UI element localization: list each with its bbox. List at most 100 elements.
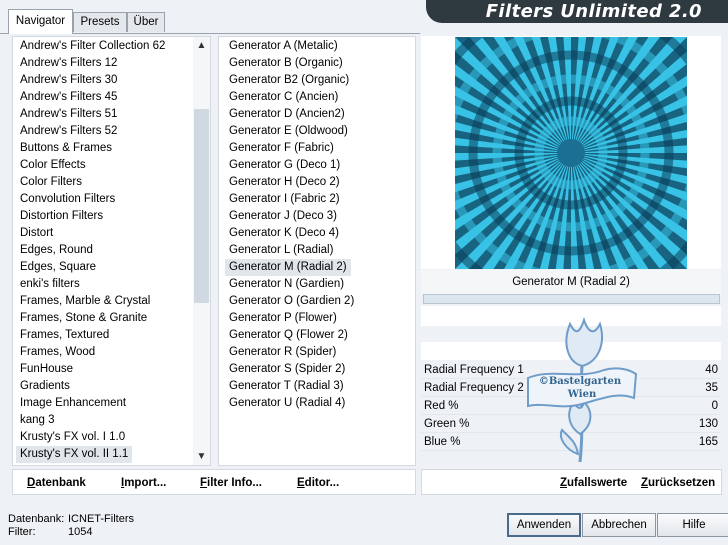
filter-item[interactable]: Generator N (Gardien) bbox=[225, 276, 354, 293]
category-item[interactable]: Frames, Wood bbox=[16, 344, 196, 361]
tab-about[interactable]: Über bbox=[127, 12, 165, 32]
category-item[interactable]: Andrew's Filters 52 bbox=[16, 123, 196, 140]
tab-presets[interactable]: Presets bbox=[73, 12, 127, 32]
filter-item-row: Generator J (Deco 3) bbox=[225, 208, 354, 225]
filter-item[interactable]: Generator R (Spider) bbox=[225, 344, 354, 361]
filter-item[interactable]: Generator G (Deco 1) bbox=[225, 157, 354, 174]
status-filter: Filter: 1054 bbox=[8, 526, 92, 539]
filter-item[interactable]: Generator M (Radial 2) bbox=[225, 259, 351, 276]
param-value[interactable]: 0 bbox=[712, 397, 718, 415]
help-button[interactable]: Hilfe bbox=[657, 513, 728, 537]
filter-item-row: Generator Q (Flower 2) bbox=[225, 327, 354, 344]
category-item-row: Krusty's FX vol. II 1.1 bbox=[16, 446, 196, 463]
category-item[interactable]: Andrew's Filters 51 bbox=[16, 106, 196, 123]
category-item[interactable]: Edges, Round bbox=[16, 242, 196, 259]
filter-item[interactable]: Generator P (Flower) bbox=[225, 310, 354, 327]
filter-item-row: Generator G (Deco 1) bbox=[225, 157, 354, 174]
param-label: Blue % bbox=[424, 436, 461, 448]
filter-item[interactable]: Generator B (Organic) bbox=[225, 55, 354, 72]
param-label: Green % bbox=[424, 418, 470, 430]
filter-item-row: Generator I (Fabric 2) bbox=[225, 191, 354, 208]
filter-item[interactable]: Generator T (Radial 3) bbox=[225, 378, 354, 395]
filter-item-row: Generator L (Radial) bbox=[225, 242, 354, 259]
category-list: Andrew's Filter Collection 62 Andrew's Fi… bbox=[12, 36, 211, 466]
filter-item[interactable]: Generator E (Oldwood) bbox=[225, 123, 354, 140]
category-item[interactable]: Distort bbox=[16, 225, 196, 242]
random-button-label: ufallswerte bbox=[567, 477, 628, 489]
category-item-row: Frames, Stone & Granite bbox=[16, 310, 196, 327]
import-button[interactable]: Import... bbox=[121, 470, 166, 496]
category-item[interactable]: kang 3 bbox=[16, 412, 196, 429]
category-item[interactable]: Frames, Marble & Crystal bbox=[16, 293, 196, 310]
filter-info-button-accel: F bbox=[200, 477, 208, 489]
category-item[interactable]: Color Filters bbox=[16, 174, 196, 191]
category-item[interactable]: Buttons & Frames bbox=[16, 140, 196, 157]
filter-item-row: Generator N (Gardien) bbox=[225, 276, 354, 293]
filter-item[interactable]: Generator I (Fabric 2) bbox=[225, 191, 354, 208]
category-item-row: Krusty's FX vol. I 1.0 bbox=[16, 429, 196, 446]
category-item[interactable]: Andrew's Filters 12 bbox=[16, 55, 196, 72]
category-item[interactable]: Color Effects bbox=[16, 157, 196, 174]
filter-item-row: Generator P (Flower) bbox=[225, 310, 354, 327]
filter-item-row: Generator O (Gardien 2) bbox=[225, 293, 354, 310]
filter-item-row: Generator D (Ancien2) bbox=[225, 106, 354, 123]
category-item-row: Color Effects bbox=[16, 157, 196, 174]
param-value[interactable]: 165 bbox=[699, 433, 718, 451]
filter-item[interactable]: Generator U (Radial 4) bbox=[225, 395, 354, 412]
scroll-up-icon[interactable]: ▲ bbox=[193, 37, 210, 54]
filter-item[interactable]: Generator L (Radial) bbox=[225, 242, 354, 259]
filter-item-row: Generator C (Ancien) bbox=[225, 89, 354, 106]
filter-item[interactable]: Generator F (Fabric) bbox=[225, 140, 354, 157]
category-item[interactable]: FunHouse bbox=[16, 361, 196, 378]
status-database-label: Datenbank: bbox=[8, 513, 65, 525]
category-item[interactable]: Gradients bbox=[16, 378, 196, 395]
category-item[interactable]: Frames, Stone & Granite bbox=[16, 310, 196, 327]
category-item[interactable]: Convolution Filters bbox=[16, 191, 196, 208]
category-item[interactable]: Andrew's Filter Collection 62 bbox=[16, 38, 196, 55]
category-scrollbar[interactable]: ▲ ▼ bbox=[193, 37, 210, 465]
filter-item[interactable]: Generator S (Spider 2) bbox=[225, 361, 354, 378]
filter-item-row: Generator M (Radial 2) bbox=[225, 259, 354, 276]
cancel-button[interactable]: Abbrechen bbox=[582, 513, 656, 537]
category-item[interactable]: Andrew's Filters 30 bbox=[16, 72, 196, 89]
category-item-row: Frames, Textured bbox=[16, 327, 196, 344]
apply-button[interactable]: Anwenden bbox=[507, 513, 581, 537]
filter-item[interactable]: Generator O (Gardien 2) bbox=[225, 293, 354, 310]
filter-item-row: Generator B2 (Organic) bbox=[225, 72, 354, 89]
filter-item[interactable]: Generator H (Deco 2) bbox=[225, 174, 354, 191]
category-item[interactable]: enki's filters bbox=[16, 276, 196, 293]
filter-item[interactable]: Generator C (Ancien) bbox=[225, 89, 354, 106]
left-button-bar: Datenbank Import... Filter Info... Edito… bbox=[12, 469, 416, 495]
filter-item[interactable]: Generator K (Deco 4) bbox=[225, 225, 354, 242]
category-item-row: Frames, Marble & Crystal bbox=[16, 293, 196, 310]
scroll-thumb[interactable] bbox=[194, 109, 209, 303]
filter-item[interactable]: Generator A (Metalic) bbox=[225, 38, 354, 55]
filter-info-button[interactable]: Filter Info... bbox=[200, 470, 262, 496]
category-item[interactable]: Edges, Square bbox=[16, 259, 196, 276]
filter-item-row: Generator R (Spider) bbox=[225, 344, 354, 361]
filter-item-row: Generator B (Organic) bbox=[225, 55, 354, 72]
category-item[interactable]: Distortion Filters bbox=[16, 208, 196, 225]
random-button-accel: Z bbox=[560, 477, 568, 489]
category-item-row: Edges, Square bbox=[16, 259, 196, 276]
scroll-down-icon[interactable]: ▼ bbox=[193, 448, 210, 465]
category-item-row: Gradients bbox=[16, 378, 196, 395]
category-item[interactable]: Frames, Textured bbox=[16, 327, 196, 344]
filter-item[interactable]: Generator J (Deco 3) bbox=[225, 208, 354, 225]
tab-navigator[interactable]: Navigator bbox=[8, 9, 73, 34]
category-item[interactable]: Image Enhancement bbox=[16, 395, 196, 412]
category-item[interactable]: Krusty's FX vol. I 1.0 bbox=[16, 429, 196, 446]
filter-list: Generator A (Metalic) Generator B (Organi… bbox=[218, 36, 416, 466]
param-value[interactable]: 130 bbox=[699, 415, 718, 433]
param-value[interactable]: 35 bbox=[705, 379, 718, 397]
param-value[interactable]: 40 bbox=[705, 361, 718, 379]
category-item[interactable]: Krusty's FX vol. II 1.1 bbox=[16, 446, 133, 463]
database-button[interactable]: Datenbank bbox=[27, 470, 86, 496]
reset-button[interactable]: Zurücksetzen bbox=[641, 470, 715, 496]
category-item[interactable]: Andrew's Filters 45 bbox=[16, 89, 196, 106]
filter-item[interactable]: Generator Q (Flower 2) bbox=[225, 327, 354, 344]
random-values-button[interactable]: Zufallswerte bbox=[560, 470, 627, 496]
filter-item[interactable]: Generator B2 (Organic) bbox=[225, 72, 354, 89]
editor-button[interactable]: Editor... bbox=[297, 470, 339, 496]
filter-item[interactable]: Generator D (Ancien2) bbox=[225, 106, 354, 123]
